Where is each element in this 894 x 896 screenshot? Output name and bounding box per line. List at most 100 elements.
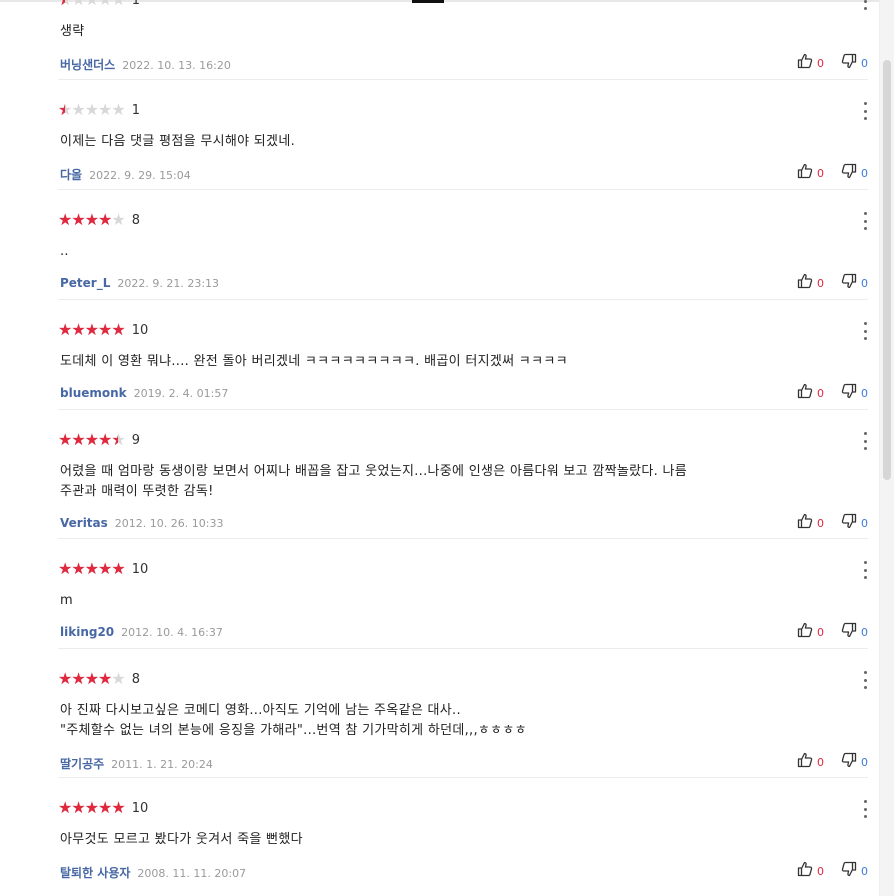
author-name[interactable]: 버닝샌더스 <box>60 56 115 73</box>
rating-score: 1 <box>131 102 140 118</box>
comment-item: ★★★★★★★★★★1생략버닝샌더스2022. 10. 13. 16:2000 <box>58 0 868 72</box>
star-empty-icons: ★★★★★ <box>58 0 126 9</box>
star-rating: ★★★★★★★★★★ <box>58 0 126 9</box>
comment-item: ★★★★★ ★★★★★ 10 아무것도 모르고 봤다가 웃겨서 죽을 뻔했다 탈퇴한 사… <box>58 800 868 881</box>
thumbs-down-icon <box>841 273 857 293</box>
like-count: 0 <box>817 755 824 769</box>
comment-text: m <box>60 593 73 608</box>
comment-meta: Peter_L 2022. 9. 21. 23:13 <box>60 276 219 290</box>
vote-controls: 00 <box>797 513 868 533</box>
star-rating: ★★★★★★★★★★ <box>58 561 126 577</box>
dislike-button[interactable]: 0 <box>841 273 868 293</box>
comment-divider <box>58 538 868 539</box>
comment-text: 이제는 다음 댓글 평점을 무시해야 되겠네. <box>60 134 296 149</box>
dislike-count: 0 <box>861 276 868 290</box>
comment-date: 2022. 9. 21. 23:13 <box>117 277 220 290</box>
thumbs-up-icon <box>797 752 813 772</box>
star-rating: ★★★★★★★★★★ <box>58 671 126 687</box>
like-count: 0 <box>817 864 824 878</box>
rating-score: 10 <box>131 561 149 577</box>
star-filled-icons: ★★★★★ <box>58 561 125 577</box>
star-filled-icons: ★★★★★ <box>58 0 65 8</box>
thumbs-up-icon <box>797 622 813 642</box>
dislike-count: 0 <box>861 625 868 639</box>
thumbs-down-icon <box>841 53 857 73</box>
star-filled-icons: ★★★★★ <box>58 102 65 118</box>
vote-controls: 00 <box>797 752 868 772</box>
more-options-icon[interactable] <box>862 800 868 818</box>
rating-row: ★★★★★★★★★★ 8 <box>58 212 140 228</box>
scrollbar[interactable] <box>879 0 894 896</box>
thumbs-up-icon <box>797 513 813 533</box>
thumbs-up-icon <box>797 861 813 881</box>
star-empty-icons: ★★★★★ <box>58 100 126 119</box>
more-options-icon[interactable] <box>862 561 868 579</box>
dislike-button[interactable]: 0 <box>841 513 868 533</box>
comment-meta: 버닝샌더스 2022. 10. 13. 16:20 <box>60 56 231 73</box>
comment-divider <box>58 409 868 410</box>
thumbs-down-icon <box>841 861 857 881</box>
comment-text: 어렸을 때 엄마랑 동생이랑 보면서 어찌나 배꼽을 잡고 웃었는지...나중에… <box>60 464 688 499</box>
like-button[interactable]: 0 <box>797 861 824 881</box>
comment-text: 아무것도 모르고 봤다가 웃겨서 죽을 뻔했다 <box>60 832 303 847</box>
author-name[interactable]: liking20 <box>60 625 114 639</box>
like-button[interactable]: 0 <box>797 513 824 533</box>
rating-row: ★★★★★ ★★★★★ 10 <box>58 322 148 338</box>
author-name[interactable]: bluemonk <box>60 386 127 400</box>
comment-meta: 딸기공주 2011. 1. 21. 20:24 <box>60 755 213 772</box>
vote-controls: 00 <box>797 383 868 403</box>
more-options-icon[interactable] <box>862 212 868 230</box>
like-count: 0 <box>817 56 824 70</box>
author-name[interactable]: Peter_L <box>60 276 110 290</box>
rating-score: 8 <box>131 671 140 687</box>
more-options-icon[interactable] <box>862 322 868 340</box>
comment-text: 생략 <box>60 24 85 39</box>
author-name[interactable]: 다올 <box>60 166 82 183</box>
thumbs-down-icon <box>841 513 857 533</box>
dislike-button[interactable]: 0 <box>841 163 868 183</box>
author-name[interactable]: 탈퇴한 사용자 <box>60 864 130 881</box>
comment-text: 도데체 이 영환 뭐냐.... 완전 돌아 버리겠네 ㅋㅋㅋㅋㅋㅋㅋㅋㅋ. 배곱… <box>60 354 568 369</box>
comment-meta: liking20 2012. 10. 4. 16:37 <box>60 625 223 639</box>
rating-score: 9 <box>131 432 140 448</box>
comment-item: ★★★★★★★★★★ 8 아 진짜 다시보고싶은 코메디 영화...아직도 기억에 … <box>58 671 868 772</box>
dislike-button[interactable]: 0 <box>841 752 868 772</box>
thumbs-up-icon <box>797 163 813 183</box>
more-options-icon[interactable] <box>862 0 868 10</box>
like-button[interactable]: 0 <box>797 383 824 403</box>
more-options-icon[interactable] <box>862 432 868 450</box>
scrollbar-thumb[interactable] <box>883 60 891 480</box>
star-filled-icons: ★★★★★ <box>58 671 112 687</box>
star-filled-icons: ★★★★★ <box>58 322 125 338</box>
comment-divider <box>58 777 868 778</box>
thumbs-down-icon <box>841 383 857 403</box>
like-button[interactable]: 0 <box>797 53 824 73</box>
more-options-icon[interactable] <box>862 102 868 120</box>
comment-meta: 다올 2022. 9. 29. 15:04 <box>60 166 191 183</box>
vote-controls: 00 <box>797 622 868 642</box>
comment-meta: bluemonk 2019. 2. 4. 01:57 <box>60 386 228 400</box>
dislike-button[interactable]: 0 <box>841 53 868 73</box>
like-button[interactable]: 0 <box>797 752 824 772</box>
author-name[interactable]: Veritas <box>60 516 108 530</box>
author-name[interactable]: 딸기공주 <box>60 755 104 772</box>
comment-date: 2019. 2. 4. 01:57 <box>133 387 229 400</box>
dislike-button[interactable]: 0 <box>841 861 868 881</box>
comment-date: 2012. 10. 4. 16:37 <box>121 626 223 639</box>
comment-item: ★★★★★ ★★★★★ 10 m liking20 2012. 10. 4. 16:37 0… <box>58 561 868 641</box>
star-rating: ★★★★★★★★★★ <box>58 432 126 448</box>
like-button[interactable]: 0 <box>797 163 824 183</box>
rating-score: 10 <box>131 322 149 338</box>
like-button[interactable]: 0 <box>797 622 824 642</box>
more-options-icon[interactable] <box>862 671 868 689</box>
dislike-button[interactable]: 0 <box>841 383 868 403</box>
vote-controls: 00 <box>797 163 868 183</box>
comment-meta: 탈퇴한 사용자 2008. 11. 11. 20:07 <box>60 864 246 881</box>
like-button[interactable]: 0 <box>797 273 824 293</box>
dislike-count: 0 <box>861 386 868 400</box>
thumbs-up-icon <box>797 53 813 73</box>
dislike-count: 0 <box>861 755 868 769</box>
dislike-button[interactable]: 0 <box>841 622 868 642</box>
comment-date: 2012. 10. 26. 10:33 <box>114 517 224 530</box>
comment-divider <box>58 79 868 80</box>
